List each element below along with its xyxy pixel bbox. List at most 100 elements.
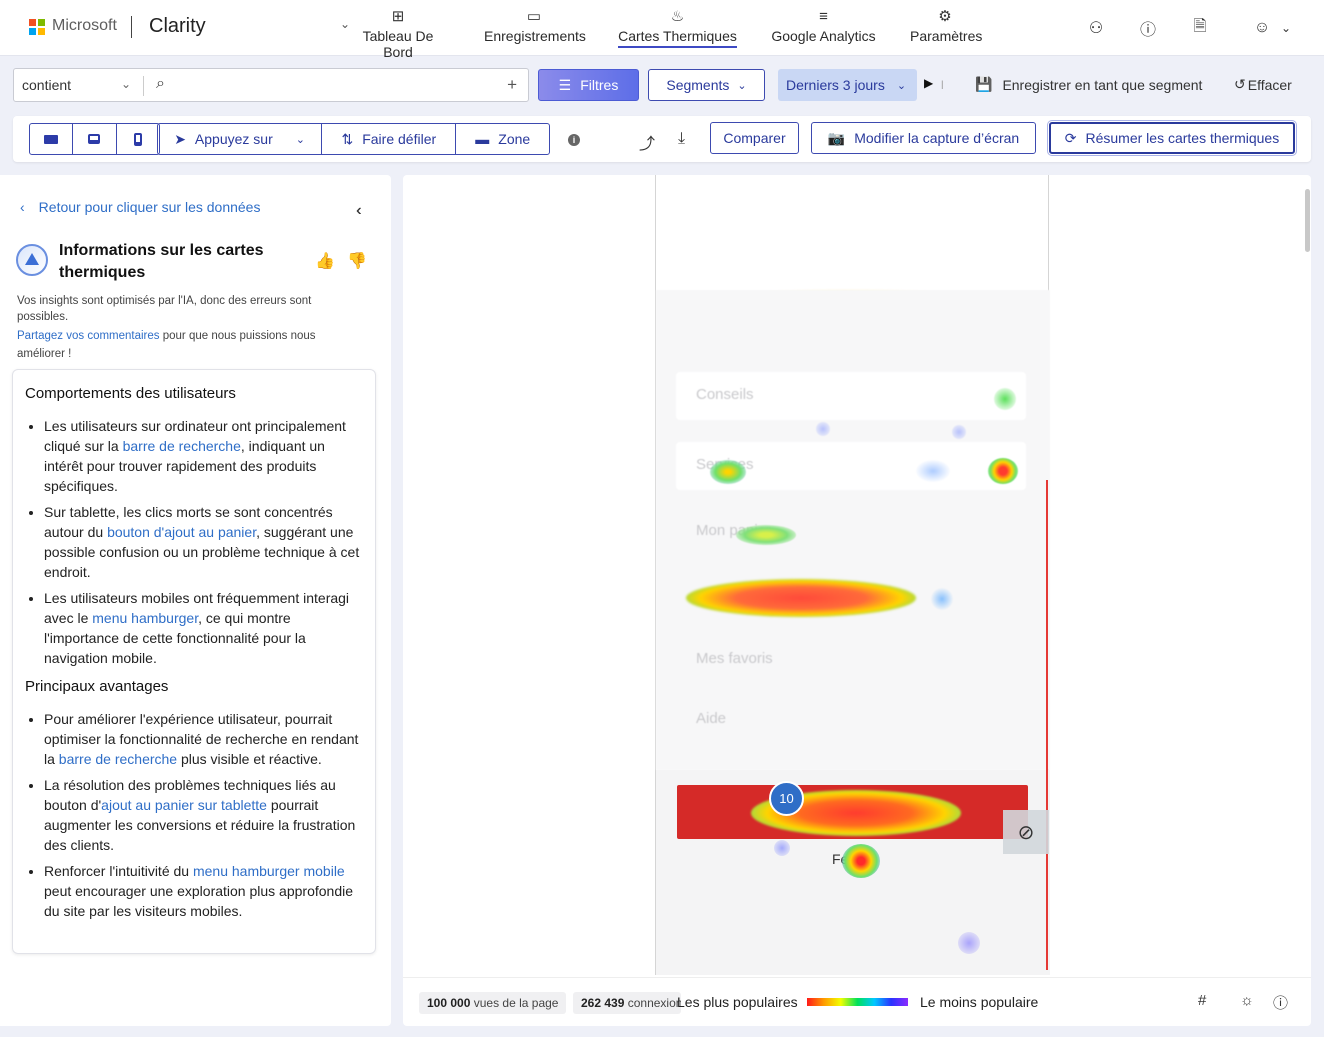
hashtag-icon[interactable]: # [1198,992,1206,1009]
list-item: La résolution des problèmes techniques l… [44,775,363,855]
hide-element-icon[interactable]: ⊘ [1003,810,1049,854]
scroll-mode-button[interactable]: ⇅ Faire défiler [322,124,457,154]
edit-screenshot-button[interactable]: 📷 Modifier la capture d’écran [811,122,1036,154]
reset-button[interactable]: ↺ Effacer [1234,76,1292,93]
insight-link[interactable]: ajout au panier sur tablette [101,797,267,813]
segments-button[interactable]: Segments ⌄ [648,69,765,101]
mobile-menu: Conseils Services Mon panier Mes favoris… [656,290,1050,770]
nav-heatmaps[interactable]: ♨ Cartes Thermiques [617,6,738,50]
people-share-icon[interactable]: ⚇ [1085,17,1107,39]
account-icon[interactable]: ☺ [1251,17,1273,39]
scroll-fold-line [1046,480,1048,970]
list-item: Les utilisateurs mobiles ont fréquemment… [44,588,363,668]
account-chevron-icon[interactable]: ⌄ [1275,17,1297,39]
nav-recordings[interactable]: ▭ Enregistrements [484,6,586,50]
copilot-icon [16,244,48,276]
insight-link[interactable]: barre de recherche [59,751,177,767]
menu-row[interactable]: Mon panier [676,508,1026,556]
scrollbar[interactable] [1305,189,1310,252]
click-count-badge[interactable]: 10 [769,781,804,816]
compare-button[interactable]: Comparer [710,122,799,154]
clicks-value: 262 439 [581,996,625,1010]
nav-google-analytics[interactable]: ≡ Google Analytics [771,6,876,50]
list-item: Renforcer l'intuitivité du menu hamburge… [44,861,363,921]
play-icon[interactable]: ▶ [924,76,933,90]
segments-label: Segments [666,77,730,93]
divider [143,76,144,96]
add-icon[interactable]: + [507,75,517,95]
filter-row: contient ⌄ ⌕ + ☰ Filtres Segments ⌄ Dern… [0,57,1324,112]
insight-link[interactable]: menu hamburger mobile [193,863,345,879]
scroll-icon: ⇅ [341,130,354,147]
chevron-left-icon: ‹ [20,199,25,215]
section-title-behaviors: Comportements des utilisateurs [25,385,236,402]
insight-link[interactable]: barre de recherche [123,438,241,454]
date-range-button[interactable]: Derniers 3 jours ⌄ [778,69,917,101]
feedback-link[interactable]: Partagez vos commentaires [17,330,160,342]
heatmap-footer: 100 000 vues de la page 262 439 connexio… [403,977,1311,1026]
brightness-icon[interactable]: ☼ [1240,992,1254,1009]
search-filter-box: contient ⌄ ⌕ + [13,68,529,102]
compare-label: Comparer [723,130,786,146]
area-mode-button[interactable]: ▬ Zone [456,124,549,154]
insights-card: Comportements des utilisateurs Les utili… [12,369,376,954]
heat-spot [958,932,980,954]
back-link-label: Retour pour cliquer sur les données [38,199,261,215]
page-views-stat: 100 000 vues de la page [419,992,567,1014]
operator-select[interactable]: contient [22,77,71,93]
gear-icon: ⚙ [938,8,952,25]
filters-button[interactable]: ☰ Filtres [538,69,639,101]
document-icon[interactable]: 🗎 [1189,17,1211,39]
save-segment-button[interactable]: 💾 Enregistrer en tant que segment [975,76,1202,93]
truncated-text: l [941,78,944,92]
heatmap-mode-selector: ➤ Appuyez sur ⌄ ⇅ Faire défiler ▬ Zone [157,123,550,155]
chevron-down-icon: ⌄ [295,133,305,146]
nav-dashboard-label: Tableau De Bord [362,28,434,60]
company-name: Microsoft [52,17,117,34]
page-views-label: vues de la page [473,996,559,1010]
search-input[interactable] [182,75,482,97]
collapse-panel-icon[interactable]: ‹‹ [356,202,360,220]
heat-spot [774,840,790,856]
summarize-heatmaps-button[interactable]: ⟳ Résumer les cartes thermiques [1047,120,1297,156]
help-icon[interactable]: ⓘ [1137,17,1159,39]
menu-row[interactable]: Conseils [676,372,1026,420]
nav-settings-label: Paramètres [910,28,983,44]
heat-spot [994,388,1016,410]
info-icon[interactable]: ⓘ [1273,992,1288,1013]
thumbs-down-icon[interactable]: 👎 [347,251,367,271]
click-mode-button[interactable]: ➤ Appuyez sur ⌄ [158,124,323,154]
list-item: Pour améliorer l'expérience utilisateur,… [44,709,363,769]
bullet-text: peut encourager une exploration plus app… [44,883,354,919]
tablet-device-button[interactable] [73,124,117,154]
desktop-device-button[interactable] [30,124,74,154]
save-segment-label: Enregistrer en tant que segment [1002,76,1203,93]
insights-title: Informations sur les cartes thermiques [59,242,264,281]
chevron-down-icon: ⌄ [896,79,907,92]
nav-recordings-label: Enregistrements [484,28,586,44]
nav-dashboard[interactable]: ⊞ Tableau De Bord [347,6,449,60]
chevron-down-icon[interactable]: ⌄ [121,77,131,91]
list-item: Sur tablette, les clics morts se sont co… [44,502,363,582]
back-to-click-data-link[interactable]: ‹ Retour pour cliquer sur les données [20,199,260,215]
undo-icon: ↺ [1234,76,1246,92]
tablet-icon [88,134,101,144]
menu-row-label: Mes favoris [696,650,773,667]
mobile-device-button[interactable] [117,124,159,154]
info-icon[interactable]: i [568,134,580,146]
nav-google-analytics-label: Google Analytics [771,28,876,44]
thumbs-up-icon[interactable]: 👍 [315,251,335,271]
insight-link[interactable]: menu hamburger [92,610,198,626]
menu-row[interactable]: Mes favoris [676,636,1026,684]
insight-link[interactable]: bouton d'ajout au panier [107,524,256,540]
nav-settings[interactable]: ⚙ Paramètres [910,6,983,50]
app-name[interactable]: Clarity [149,15,206,38]
share-icon[interactable]: ⤴ [639,130,655,154]
list-item: Les utilisateurs sur ordinateur ont prin… [44,416,363,496]
brand-divider [131,16,132,38]
download-icon[interactable]: ⤓ [678,130,685,148]
heat-legend-gradient [807,998,908,1006]
date-range-label: Derniers 3 jours [786,77,885,93]
menu-row[interactable]: Aide [676,696,1026,744]
heat-spot [736,525,796,545]
